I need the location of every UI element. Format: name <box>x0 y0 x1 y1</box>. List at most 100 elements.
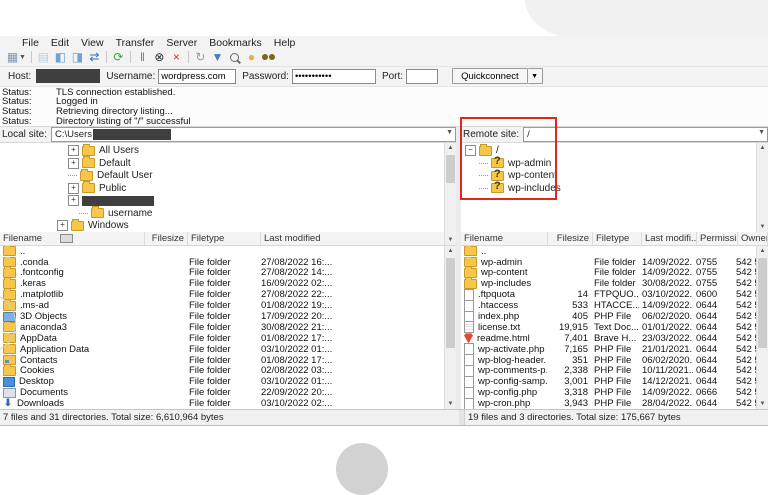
expand-plus-icon[interactable]: + <box>68 145 79 156</box>
table-row[interactable]: wp-activate.php7,165PHP File21/01/2021..… <box>461 344 756 355</box>
table-row[interactable]: wp-includesFile folder30/08/2022...07555… <box>461 278 756 289</box>
table-row[interactable]: wp-blog-header...351PHP File06/02/2020..… <box>461 355 756 366</box>
find-files-button[interactable] <box>260 50 277 65</box>
scroll-up-icon[interactable]: ▲ <box>445 143 456 153</box>
table-row[interactable]: .. <box>0 246 444 257</box>
refresh-button[interactable]: ⟳ <box>110 50 127 65</box>
reconnect-button[interactable]: ↻ <box>192 50 209 65</box>
scroll-up-icon[interactable]: ▲ <box>757 143 768 153</box>
tree-item-wp-admin[interactable]: wp-admin <box>461 157 756 170</box>
toggle-message-log-button[interactable]: ▤ <box>35 50 52 65</box>
column-header-size[interactable]: Filesize <box>548 232 593 245</box>
scrollbar-thumb[interactable] <box>758 258 767 348</box>
table-row[interactable]: AppDataFile folder01/08/2022 17:... <box>0 333 444 344</box>
remote-tree-scrollbar[interactable]: ▲ ▼ <box>756 143 768 232</box>
table-row[interactable]: .condaFile folder27/08/2022 16:... <box>0 257 444 268</box>
scrollbar-thumb[interactable] <box>446 258 455 348</box>
table-row[interactable]: index.php405PHP File06/02/2020...0644542… <box>461 311 756 322</box>
port-input[interactable] <box>406 69 438 84</box>
toggle-local-tree-button[interactable]: ◧ <box>52 50 69 65</box>
scrollbar-thumb[interactable] <box>446 155 455 183</box>
column-header-modified[interactable]: Last modified <box>261 232 456 245</box>
table-row[interactable]: .ms-adFile folder01/08/2022 19:... <box>0 300 444 311</box>
table-row[interactable]: Application DataFile folder03/10/2022 01… <box>0 344 444 355</box>
table-row[interactable]: 3D ObjectsFile folder17/09/2022 20:... <box>0 311 444 322</box>
chevron-down-icon[interactable]: ▼ <box>758 129 765 136</box>
tree-item-default-user[interactable]: Default User <box>0 170 444 183</box>
table-row[interactable]: wp-config-samp...3,001PHP File14/12/2021… <box>461 376 756 387</box>
column-header-name[interactable]: Filename <box>461 232 548 245</box>
table-row[interactable]: .fontconfigFile folder27/08/2022 14:... <box>0 268 444 279</box>
table-row[interactable]: wp-config.php3,318PHP File14/09/2022...0… <box>461 387 756 398</box>
remote-list-scrollbar[interactable]: ▲▼ <box>756 246 768 409</box>
cancel-button[interactable]: ⊗ <box>151 50 168 65</box>
table-row[interactable]: license.txt19,915Text Doc...01/01/2022..… <box>461 322 756 333</box>
table-row[interactable]: DesktopFile folder03/10/2022 01:... <box>0 376 444 387</box>
disconnect-button[interactable]: × <box>168 50 185 65</box>
column-header-owner[interactable]: Owner/Gr... <box>738 232 768 245</box>
menu-item-file[interactable]: File <box>16 37 45 49</box>
scroll-down-icon[interactable]: ▼ <box>445 235 456 245</box>
column-header-size[interactable]: Filesize <box>145 232 188 245</box>
menu-item-bookmarks[interactable]: Bookmarks <box>203 37 268 49</box>
table-row[interactable]: ⬇DownloadsFile folder03/10/2022 02:... <box>0 398 444 409</box>
username-input[interactable] <box>158 69 236 84</box>
tree-item-wp-content[interactable]: wp-content <box>461 170 756 183</box>
process-queue-button[interactable]: ‖ <box>134 50 151 65</box>
password-input[interactable] <box>292 69 376 84</box>
collapse-minus-icon[interactable]: − <box>465 145 476 156</box>
tree-item--[interactable]: −/ <box>461 145 756 158</box>
table-row[interactable]: readme.html7,401Brave H...23/03/2022...0… <box>461 333 756 344</box>
expand-plus-icon[interactable]: + <box>68 158 79 169</box>
toggle-remote-tree-button[interactable]: ◨ <box>69 50 86 65</box>
menu-item-edit[interactable]: Edit <box>45 37 75 49</box>
tree-item-default[interactable]: +Default <box>0 157 444 170</box>
expand-plus-icon[interactable]: + <box>68 195 79 206</box>
table-row[interactable]: .htaccess533HTACCE...14/09/2022...064454… <box>461 300 756 311</box>
host-input[interactable] <box>36 69 100 83</box>
filter-button[interactable]: ▼ <box>209 50 226 65</box>
tree-item-windows[interactable]: +Windows <box>0 220 444 233</box>
table-row[interactable]: wp-cron.php3,943PHP File28/04/2022...064… <box>461 398 756 409</box>
table-row[interactable]: anaconda3File folder30/08/2022 21:... <box>0 322 444 333</box>
toolbar-dropdown-icon[interactable]: ▼ <box>19 54 26 61</box>
table-row[interactable]: ContactsFile folder01/08/2022 17:... <box>0 355 444 366</box>
scroll-down-icon[interactable]: ▼ <box>445 399 456 409</box>
local-site-combobox[interactable]: C:\Users ▼ <box>51 127 456 142</box>
table-row[interactable]: .matplotlibFile folder27/08/2022 22:... <box>0 289 444 300</box>
scroll-up-icon[interactable]: ▲ <box>757 246 768 256</box>
tree-item-redacted[interactable]: + <box>0 195 444 208</box>
table-row[interactable]: .kerasFile folder16/09/2022 02:... <box>0 278 444 289</box>
table-row[interactable]: wp-adminFile folder14/09/2022...0755542 … <box>461 257 756 268</box>
scroll-down-icon[interactable]: ▼ <box>757 399 768 409</box>
synchronized-browsing-button[interactable]: ● <box>243 50 260 65</box>
column-header-modified[interactable]: Last modifi... <box>642 232 697 245</box>
local-list-scrollbar[interactable]: ▲▼ <box>444 246 456 409</box>
tree-item-wp-includes[interactable]: wp-includes <box>461 182 756 195</box>
tree-item-all-users[interactable]: +All Users <box>0 145 444 158</box>
chevron-down-icon[interactable]: ▼ <box>446 129 453 136</box>
column-header-type[interactable]: Filetype <box>593 232 642 245</box>
menu-item-server[interactable]: Server <box>160 37 203 49</box>
table-row[interactable]: .ftpquota14FTPQUO...03/10/2022...0600542… <box>461 289 756 300</box>
quickconnect-dropdown-button[interactable]: ▼ <box>528 68 543 84</box>
menu-item-transfer[interactable]: Transfer <box>110 37 161 49</box>
directory-comparison-button[interactable] <box>226 50 243 65</box>
tree-item-username[interactable]: username <box>0 207 444 220</box>
toggle-transfer-queue-button[interactable]: ⇄ <box>86 50 103 65</box>
menu-item-view[interactable]: View <box>75 37 110 49</box>
tree-item-public[interactable]: +Public <box>0 182 444 195</box>
scroll-down-icon[interactable]: ▼ <box>757 222 768 232</box>
quickconnect-button[interactable]: Quickconnect <box>452 68 528 84</box>
table-row[interactable]: DocumentsFile folder22/09/2022 20:... <box>0 387 444 398</box>
local-tree-scrollbar[interactable]: ▲ ▼ <box>444 143 456 245</box>
table-row[interactable]: CookiesFile folder02/08/2022 03:... <box>0 366 444 377</box>
table-row[interactable]: .. <box>461 246 756 257</box>
remote-site-combobox[interactable]: / ▼ <box>523 127 768 142</box>
table-row[interactable]: wp-contentFile folder14/09/2022...075554… <box>461 268 756 279</box>
expand-plus-icon[interactable]: + <box>57 220 68 231</box>
table-row[interactable]: wp-comments-p...2,338PHP File10/11/2021.… <box>461 366 756 377</box>
column-header-perm[interactable]: Permissi... <box>697 232 738 245</box>
column-header-type[interactable]: Filetype <box>188 232 261 245</box>
expand-plus-icon[interactable]: + <box>68 183 79 194</box>
